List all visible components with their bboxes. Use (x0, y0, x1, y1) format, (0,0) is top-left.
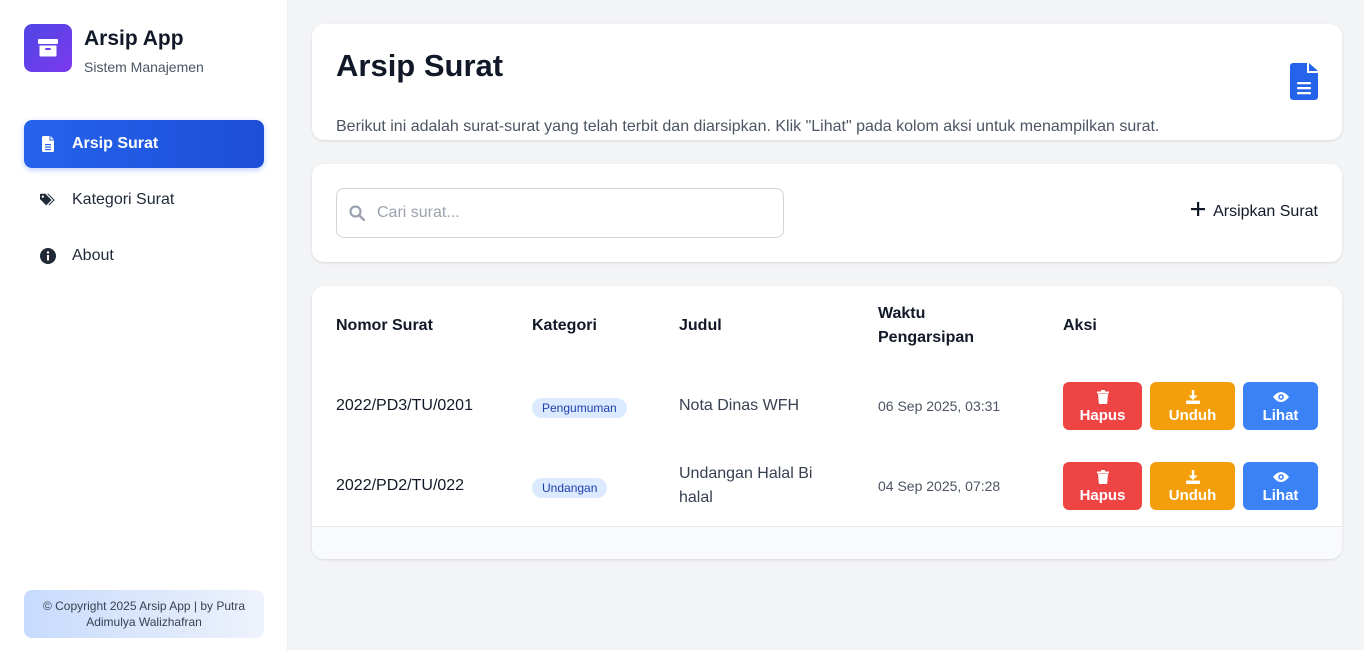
tags-icon (40, 192, 56, 208)
sidebar: Arsip App Sistem Manajemen Arsip Surat K… (0, 0, 288, 650)
cell-judul-line1: Nota Dinas WFH (679, 397, 800, 414)
unduh-button[interactable]: Unduh (1150, 462, 1235, 510)
sidebar-item-label: About (72, 247, 114, 264)
unduh-label: Unduh (1168, 486, 1217, 504)
lihat-label: Lihat (1262, 406, 1299, 424)
cell-judul: Undangan Halal Bi halal (679, 462, 812, 510)
brand-title: Arsip App (84, 27, 184, 50)
sidebar-item-arsip-surat[interactable]: Arsip Surat (24, 120, 264, 168)
eye-icon (1272, 389, 1289, 405)
cell-judul-line1: Undangan Halal Bi (679, 465, 813, 482)
category-badge: Undangan (532, 478, 608, 498)
cell-waktu: 04 Sep 2025, 07:28 (878, 478, 1001, 494)
lihat-button[interactable]: Lihat (1243, 462, 1318, 510)
brand-subtitle: Sistem Manajemen (84, 59, 204, 75)
hapus-label: Hapus (1079, 486, 1126, 504)
header-card: Arsip Surat Berikut ini adalah surat-sur… (312, 24, 1342, 140)
trash-icon (1096, 469, 1109, 485)
archive-box-icon (24, 24, 72, 72)
column-header-kategori: Kategori (532, 317, 597, 334)
cell-waktu: 06 Sep 2025, 03:31 (878, 398, 1001, 414)
toolbar-card: Arsipkan Surat (312, 164, 1342, 262)
hapus-button[interactable]: Hapus (1063, 462, 1142, 510)
sidebar-nav: Arsip Surat Kategori Surat About (24, 120, 264, 288)
category-badge: Pengumuman (532, 398, 627, 418)
column-header-nomor: Nomor Surat (336, 317, 433, 334)
sidebar-item-label: Arsip Surat (72, 135, 159, 152)
search-input[interactable] (377, 204, 757, 222)
column-header-waktu: Waktu Pengarsipan (878, 302, 974, 350)
unduh-label: Unduh (1168, 406, 1217, 424)
brand: Arsip App Sistem Manajemen (24, 24, 204, 75)
download-icon (1185, 389, 1200, 405)
file-text-icon (1290, 63, 1318, 105)
arsipkan-surat-label: Arsipkan Surat (1213, 202, 1318, 220)
hapus-label: Hapus (1079, 406, 1126, 424)
download-icon (1185, 469, 1200, 485)
cell-judul-line2: halal (679, 489, 713, 506)
page-title: Arsip Surat (336, 48, 504, 83)
cell-nomor: 2022/PD2/TU/022 (336, 477, 465, 494)
sidebar-item-about[interactable]: About (24, 232, 264, 280)
column-header-judul: Judul (679, 317, 722, 334)
cell-nomor: 2022/PD3/TU/0201 (336, 397, 473, 414)
column-header-waktu-line2: Pengarsipan (878, 329, 975, 346)
unduh-button[interactable]: Unduh (1150, 382, 1235, 430)
column-header-aksi: Aksi (1063, 317, 1097, 334)
info-icon (40, 248, 56, 264)
arsipkan-surat-button[interactable]: Arsipkan Surat (1191, 202, 1318, 221)
copyright: © Copyright 2025 Arsip App | by Putra Ad… (24, 590, 264, 638)
search-icon (349, 205, 366, 222)
search-box (336, 188, 784, 238)
lihat-label: Lihat (1262, 486, 1299, 504)
cell-judul: Nota Dinas WFH (679, 394, 799, 418)
archive-table: Nomor Surat Kategori Judul Waktu Pengars… (312, 286, 1342, 559)
eye-icon (1272, 469, 1289, 485)
sidebar-item-label: Kategori Surat (72, 191, 175, 208)
document-icon (40, 136, 56, 152)
plus-icon (1191, 202, 1206, 221)
page-description: Berikut ini adalah surat-surat yang tela… (336, 118, 1160, 135)
table-footer (312, 526, 1342, 559)
hapus-button[interactable]: Hapus (1063, 382, 1142, 430)
lihat-button[interactable]: Lihat (1243, 382, 1318, 430)
trash-icon (1096, 389, 1109, 405)
column-header-waktu-line1: Waktu (878, 305, 926, 322)
sidebar-item-kategori-surat[interactable]: Kategori Surat (24, 176, 264, 224)
